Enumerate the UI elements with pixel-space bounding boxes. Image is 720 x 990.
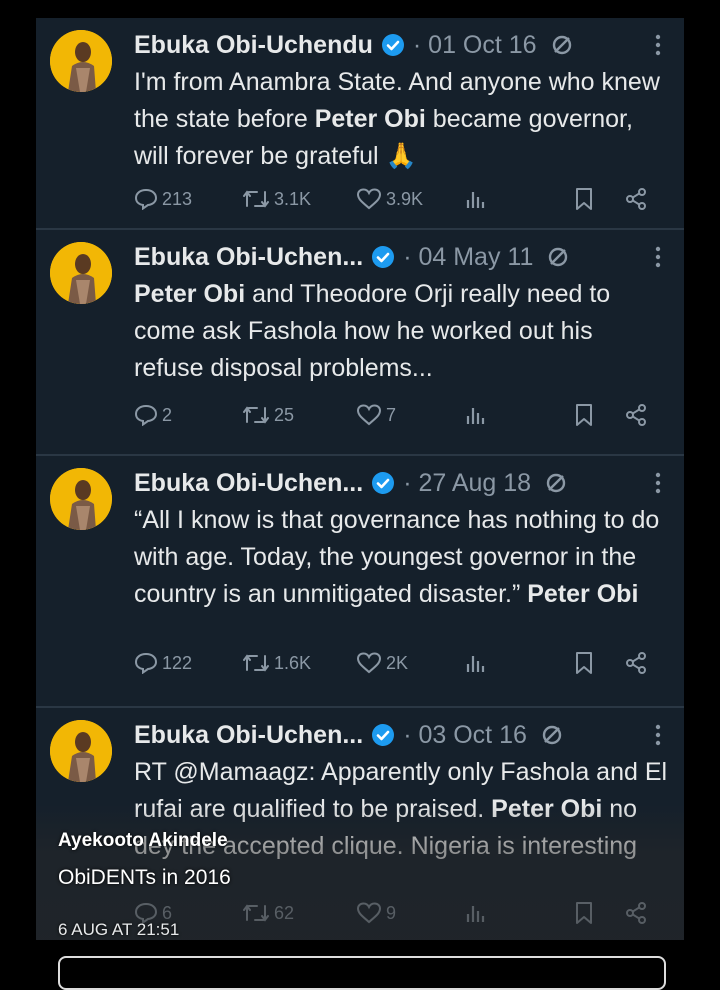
share-button[interactable] bbox=[624, 651, 648, 675]
author-name[interactable]: Ebuka Obi-Uchen... bbox=[134, 243, 363, 272]
tweet-actions: 122 1.6K 2K bbox=[134, 648, 666, 678]
bookmark-icon bbox=[574, 187, 594, 211]
tweet-date[interactable]: · 03 Oct 16 bbox=[403, 721, 527, 750]
reply-icon bbox=[134, 188, 158, 210]
tweet-screenshot-frame: Ebuka Obi-Uchendu · 01 Oct 16 I'm from A… bbox=[36, 18, 684, 940]
author-name[interactable]: Ebuka Obi-Uchendu bbox=[134, 31, 373, 60]
bookmark-button[interactable] bbox=[574, 187, 594, 211]
like-button[interactable]: 7 bbox=[356, 404, 396, 426]
reply-icon bbox=[134, 404, 158, 426]
more-options-icon[interactable] bbox=[654, 245, 662, 269]
share-icon bbox=[624, 187, 648, 211]
avatar[interactable] bbox=[50, 30, 112, 92]
more-options-icon[interactable] bbox=[654, 723, 662, 747]
tweet-header: Ebuka Obi-Uchen... · 04 May 11 bbox=[134, 240, 668, 274]
comment-input[interactable] bbox=[58, 956, 666, 990]
verified-badge-icon bbox=[381, 33, 405, 57]
bookmark-icon bbox=[574, 403, 594, 427]
bookmark-button[interactable] bbox=[574, 403, 594, 427]
tweet-date[interactable]: · 27 Aug 18 bbox=[403, 469, 531, 498]
tweet-text: Peter Obi and Theodore Orji really need … bbox=[134, 280, 611, 382]
reply-button[interactable]: 2 bbox=[134, 404, 172, 426]
tweet[interactable]: Ebuka Obi-Uchen... · 04 May 11 Peter Obi… bbox=[36, 230, 684, 456]
tweet-header: Ebuka Obi-Uchen... · 27 Aug 18 bbox=[134, 466, 668, 500]
reply-count: 2 bbox=[162, 404, 173, 425]
retweet-count: 25 bbox=[274, 404, 295, 425]
retweet-icon bbox=[242, 404, 270, 426]
reply-button[interactable]: 122 bbox=[134, 652, 192, 674]
more-options-icon[interactable] bbox=[654, 33, 662, 57]
tweet-date[interactable]: · 04 May 11 bbox=[403, 243, 533, 272]
like-count: 2K bbox=[386, 652, 409, 673]
tweet-actions: 213 3.1K 3.9K bbox=[134, 184, 666, 214]
post-timestamp: 6 AUG AT 21:51 bbox=[58, 920, 180, 939]
grok-icon[interactable] bbox=[551, 34, 573, 56]
share-icon bbox=[624, 651, 648, 675]
tweet[interactable]: Ebuka Obi-Uchendu · 01 Oct 16 I'm from A… bbox=[36, 18, 684, 230]
views-button[interactable] bbox=[464, 652, 486, 674]
verified-badge-icon bbox=[371, 471, 395, 495]
retweet-icon bbox=[242, 652, 270, 674]
grok-icon[interactable] bbox=[547, 246, 569, 268]
like-icon bbox=[356, 652, 382, 674]
tweet-text: “All I know is that governance has nothi… bbox=[134, 506, 660, 608]
views-icon bbox=[464, 652, 486, 674]
like-icon bbox=[356, 188, 382, 210]
avatar[interactable] bbox=[50, 720, 112, 782]
tweet-header: Ebuka Obi-Uchen... · 03 Oct 16 bbox=[134, 718, 668, 752]
views-icon bbox=[464, 404, 486, 426]
share-button[interactable] bbox=[624, 187, 648, 211]
views-button[interactable] bbox=[464, 404, 486, 426]
retweet-icon bbox=[242, 188, 270, 210]
like-count: 7 bbox=[386, 404, 397, 425]
more-options-icon[interactable] bbox=[654, 471, 662, 495]
reply-count: 213 bbox=[162, 188, 193, 209]
verified-badge-icon bbox=[371, 245, 395, 269]
post-author-name[interactable]: Ayekooto Akindele bbox=[58, 830, 228, 852]
retweet-button[interactable]: 25 bbox=[242, 404, 294, 426]
retweet-count: 3.1K bbox=[274, 188, 312, 209]
author-name[interactable]: Ebuka Obi-Uchen... bbox=[134, 721, 363, 750]
tweet[interactable]: Ebuka Obi-Uchen... · 27 Aug 18 “All I kn… bbox=[36, 456, 684, 708]
author-name[interactable]: Ebuka Obi-Uchen... bbox=[134, 469, 363, 498]
reply-icon bbox=[134, 652, 158, 674]
bookmark-icon bbox=[574, 651, 594, 675]
like-button[interactable]: 3.9K bbox=[356, 188, 423, 210]
tweet-actions: 2 25 7 bbox=[134, 400, 666, 430]
like-button[interactable]: 2K bbox=[356, 652, 408, 674]
avatar[interactable] bbox=[50, 242, 112, 304]
views-icon bbox=[464, 188, 486, 210]
like-count: 3.9K bbox=[386, 188, 424, 209]
grok-icon[interactable] bbox=[541, 724, 563, 746]
retweet-button[interactable]: 3.1K bbox=[242, 188, 311, 210]
tweet-header: Ebuka Obi-Uchendu · 01 Oct 16 bbox=[134, 28, 668, 62]
tweet-date[interactable]: · 01 Oct 16 bbox=[413, 31, 537, 60]
reply-button[interactable]: 213 bbox=[134, 188, 192, 210]
views-button[interactable] bbox=[464, 188, 486, 210]
avatar[interactable] bbox=[50, 468, 112, 530]
retweet-button[interactable]: 1.6K bbox=[242, 652, 311, 674]
reply-count: 122 bbox=[162, 652, 193, 673]
grok-icon[interactable] bbox=[545, 472, 567, 494]
post-group-name[interactable]: ObiDENTs in 2016 bbox=[58, 866, 231, 890]
share-icon bbox=[624, 403, 648, 427]
verified-badge-icon bbox=[371, 723, 395, 747]
retweet-count: 1.6K bbox=[274, 652, 312, 673]
share-button[interactable] bbox=[624, 403, 648, 427]
bookmark-button[interactable] bbox=[574, 651, 594, 675]
tweet-text: I'm from Anambra State. And anyone who k… bbox=[134, 68, 660, 170]
like-icon bbox=[356, 404, 382, 426]
